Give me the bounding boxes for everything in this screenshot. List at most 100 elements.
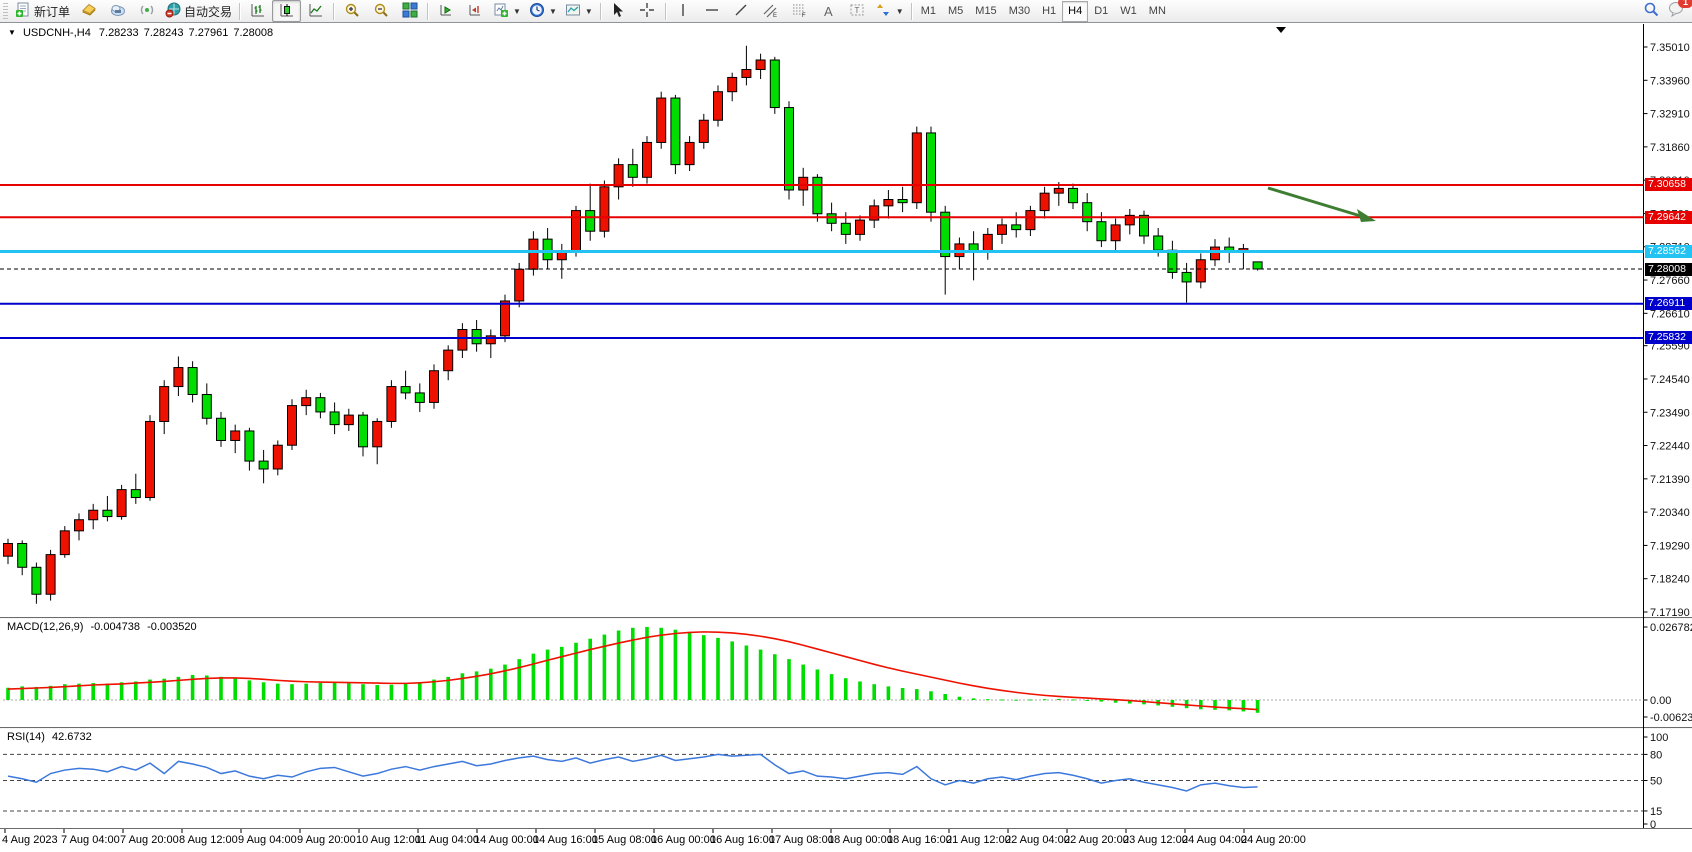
macd-histogram-bar	[233, 678, 237, 700]
macd-histogram-bar	[1242, 700, 1246, 711]
periods-button[interactable]: ▼	[525, 0, 561, 22]
time-axis-label: 22 Aug 20:00	[1064, 834, 1129, 846]
templates-button[interactable]: ▼	[561, 0, 597, 22]
timeframe-button-h1[interactable]: H1	[1036, 1, 1062, 22]
arrows-tool-button[interactable]: ▼	[872, 0, 908, 22]
zoom-out-button[interactable]	[366, 0, 395, 22]
notifications-button[interactable]: 1	[1668, 1, 1686, 22]
timeframe-button-d1[interactable]: D1	[1088, 1, 1114, 22]
timeframe-button-h4[interactable]: H4	[1062, 1, 1088, 22]
timeframe-button-mn[interactable]: MN	[1143, 1, 1172, 22]
macd-histogram-bar	[816, 669, 820, 700]
macd-histogram-bar	[361, 684, 365, 700]
candle-body	[912, 133, 921, 203]
macd-histogram-bar	[347, 683, 351, 700]
candle-body	[231, 431, 240, 441]
macd-histogram-bar	[304, 684, 308, 700]
candle-body	[387, 387, 396, 422]
crosshair-tool-button[interactable]	[633, 0, 662, 22]
timeframe-button-w1[interactable]: W1	[1114, 1, 1143, 22]
candle-chart-icon	[279, 2, 295, 21]
candle-body	[1026, 211, 1035, 230]
candle-body	[273, 445, 282, 469]
macd-histogram-bar	[532, 654, 536, 700]
data-window-button[interactable]	[103, 0, 132, 22]
arrows-icon	[876, 2, 892, 21]
candle-body	[359, 415, 368, 447]
time-axis-label: 22 Aug 04:00	[1005, 834, 1070, 846]
search-icon[interactable]	[1643, 1, 1660, 23]
cursor-tool-button[interactable]	[604, 0, 633, 22]
horizontal-line-icon	[704, 2, 720, 21]
svg-text:F: F	[802, 13, 806, 18]
toolbar-separator	[333, 3, 334, 20]
candle-body	[543, 239, 552, 260]
candle-body	[1097, 222, 1106, 241]
new-order-button[interactable]: 新订单	[11, 0, 74, 22]
indicators-icon	[493, 2, 509, 21]
auto-scroll-button[interactable]	[431, 0, 460, 22]
text-tool-button[interactable]: A	[814, 0, 843, 22]
macd-histogram-bar	[35, 687, 39, 700]
text-label-tool-button[interactable]: T	[843, 0, 872, 22]
bid-price-line-price-label: 7.28008	[1645, 263, 1692, 276]
macd-histogram-bar	[844, 678, 848, 700]
rsi-indicator-name: RSI(14)	[7, 731, 45, 743]
macd-histogram-bar	[631, 628, 635, 700]
candle-body	[302, 398, 311, 406]
candle-body	[728, 77, 737, 91]
candle-body	[75, 520, 84, 531]
chart-collapse-icon[interactable]: ▼	[8, 28, 16, 37]
time-axis-label: 14 Aug 00:00	[474, 834, 539, 846]
rsi-value: 42.6732	[52, 731, 92, 743]
candle-body	[259, 461, 268, 469]
svg-text:E: E	[773, 13, 777, 18]
timeframe-button-m5[interactable]: M5	[942, 1, 969, 22]
time-axis-label: 16 Aug 16:00	[710, 834, 775, 846]
timeframe-button-m15[interactable]: M15	[969, 1, 1002, 22]
auto-trading-button[interactable]: 自动交易	[161, 0, 236, 22]
signal-button[interactable]	[132, 0, 161, 22]
templates-caret: ▼	[585, 7, 593, 16]
candle-body	[1054, 188, 1063, 193]
trendline-tool-button[interactable]	[727, 0, 756, 22]
candle-body	[89, 510, 98, 520]
indicators-button[interactable]: ▼	[489, 0, 525, 22]
macd-histogram-bar	[674, 630, 678, 700]
main-toolbar: 新订单 自动交易	[0, 0, 1692, 23]
toolbar-grip	[3, 3, 8, 19]
timeframe-button-m1[interactable]: M1	[915, 1, 942, 22]
macd-histogram-bar	[887, 686, 891, 700]
macd-indicator-name: MACD(12,26,9)	[7, 621, 83, 633]
line-chart-button[interactable]	[301, 0, 330, 22]
candle-body	[1083, 203, 1092, 222]
candle-body	[983, 234, 992, 251]
price-axis-tick-label: 7.22440	[1650, 441, 1690, 453]
bar-chart-button[interactable]	[243, 0, 272, 22]
macd-histogram-bar	[560, 647, 564, 700]
zoom-in-icon	[344, 2, 360, 21]
horizontal-line-tool-button[interactable]	[698, 0, 727, 22]
candle-chart-button[interactable]	[272, 0, 301, 22]
equidistant-channel-tool-button[interactable]: E	[756, 0, 785, 22]
price-axis-tick-label: 7.18240	[1650, 574, 1690, 586]
price-axis-tick-label: 7.17190	[1650, 607, 1690, 619]
chart-high-value: 7.28243	[144, 27, 184, 39]
time-axis-label: 21 Aug 12:00	[946, 834, 1011, 846]
market-watch-button[interactable]	[74, 0, 103, 22]
candle-body	[600, 187, 609, 231]
macd-histogram-bar	[219, 677, 223, 700]
tile-windows-button[interactable]	[395, 0, 424, 22]
rsi-axis-label: 100	[1650, 732, 1668, 744]
chart-canvas[interactable]: 7.350107.339607.329107.318607.308107.297…	[0, 24, 1692, 852]
vertical-line-tool-button[interactable]	[669, 0, 698, 22]
timeframe-button-m30[interactable]: M30	[1003, 1, 1036, 22]
fibonacci-tool-button[interactable]: F	[785, 0, 814, 22]
auto-trading-icon	[165, 2, 181, 21]
zoom-in-button[interactable]	[337, 0, 366, 22]
candle-body	[998, 225, 1007, 235]
macd-histogram-bar	[134, 681, 138, 700]
macd-histogram-bar	[1014, 700, 1018, 701]
chart-shift-button[interactable]	[460, 0, 489, 22]
candle-body	[1182, 272, 1191, 282]
